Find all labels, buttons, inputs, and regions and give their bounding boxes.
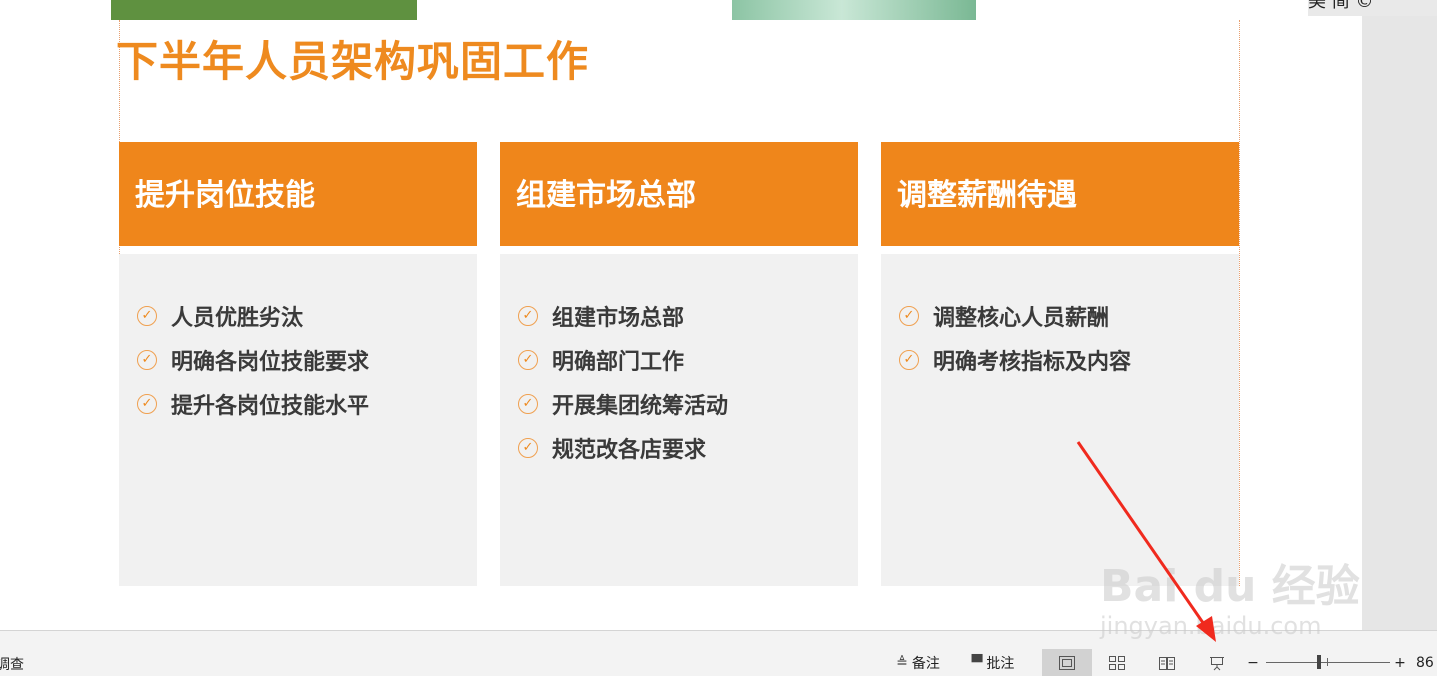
editor-background — [1362, 0, 1437, 630]
check-icon: ✓ — [899, 350, 919, 370]
list-item: ✓ 明确部门工作 — [518, 338, 728, 382]
comments-button[interactable]: ▀ 批注 — [962, 649, 1024, 676]
column-card-2[interactable]: 组建市场总部 ✓ 组建市场总部 ✓ 明确部门工作 ✓ 开展集团统筹活动 ✓ 规范改各店要… — [500, 142, 858, 586]
list-item: ✓ 规范改各店要求 — [518, 426, 728, 470]
column-card-3[interactable]: 调整薪酬待遇 ✓ 调整核心人员薪酬 ✓ 明确考核指标及内容 — [881, 142, 1239, 586]
horizontal-scrollbar[interactable] — [0, 630, 1437, 650]
normal-view-button[interactable] — [1042, 649, 1092, 676]
list-item: ✓ 开展集团统筹活动 — [518, 382, 728, 426]
zoom-in-button[interactable]: + — [1393, 649, 1407, 676]
top-left-image-fragment — [111, 0, 417, 20]
status-text: 调查 — [0, 657, 24, 673]
check-icon: ✓ — [137, 394, 157, 414]
slide-sorter-icon — [1109, 655, 1125, 670]
list-item: ✓ 人员优胜劣汰 — [137, 294, 369, 338]
slideshow-button[interactable] — [1192, 649, 1242, 676]
right-guide-line — [1239, 20, 1240, 586]
zoom-out-button[interactable]: − — [1246, 649, 1260, 676]
check-icon: ✓ — [518, 438, 538, 458]
column-body: ✓ 调整核心人员薪酬 ✓ 明确考核指标及内容 — [881, 254, 1239, 586]
column-header: 调整薪酬待遇 — [881, 142, 1239, 246]
reading-view-button[interactable] — [1142, 649, 1192, 676]
check-icon: ✓ — [899, 306, 919, 326]
notes-icon: ≜ — [896, 654, 908, 671]
slide-title[interactable]: 下半年人员架构巩固工作 — [116, 28, 589, 89]
status-bar: 调查 ≜ 备注 ▀ 批注 − + 86 — [0, 649, 1437, 676]
list-item: ✓ 明确各岗位技能要求 — [137, 338, 369, 382]
check-icon: ✓ — [137, 306, 157, 326]
column-header: 组建市场总部 — [500, 142, 858, 246]
column-body: ✓ 人员优胜劣汰 ✓ 明确各岗位技能要求 ✓ 提升各岗位技能水平 — [119, 254, 477, 586]
zoom-slider[interactable] — [1266, 662, 1390, 663]
comment-icon: ▀ — [971, 654, 983, 671]
check-icon: ✓ — [518, 394, 538, 414]
zoom-slider-thumb[interactable] — [1317, 655, 1321, 669]
slideshow-icon — [1210, 656, 1224, 670]
column-card-1[interactable]: 提升岗位技能 ✓ 人员优胜劣汰 ✓ 明确各岗位技能要求 ✓ 提升各岗位技能水平 — [119, 142, 477, 586]
reading-view-icon — [1159, 656, 1175, 670]
zoom-center-mark — [1327, 658, 1328, 666]
top-center-image-fragment — [732, 0, 976, 20]
zoom-level[interactable]: 86 — [1416, 649, 1437, 676]
column-header: 提升岗位技能 — [119, 142, 477, 246]
top-right-panel-fragment: 美 简 © — [1308, 0, 1437, 16]
check-icon: ✓ — [518, 306, 538, 326]
slide-canvas[interactable]: 下半年人员架构巩固工作 提升岗位技能 ✓ 人员优胜劣汰 ✓ 明确各岗位技能要求 ✓ 提… — [0, 0, 1362, 630]
list-item: ✓ 调整核心人员薪酬 — [899, 294, 1131, 338]
column-body: ✓ 组建市场总部 ✓ 明确部门工作 ✓ 开展集团统筹活动 ✓ 规范改各店要求 — [500, 254, 858, 586]
slide-sorter-button[interactable] — [1092, 649, 1142, 676]
list-item: ✓ 提升各岗位技能水平 — [137, 382, 369, 426]
notes-button[interactable]: ≜ 备注 — [888, 649, 948, 676]
normal-view-icon — [1059, 655, 1075, 670]
check-icon: ✓ — [137, 350, 157, 370]
list-item: ✓ 组建市场总部 — [518, 294, 728, 338]
check-icon: ✓ — [518, 350, 538, 370]
list-item: ✓ 明确考核指标及内容 — [899, 338, 1131, 382]
